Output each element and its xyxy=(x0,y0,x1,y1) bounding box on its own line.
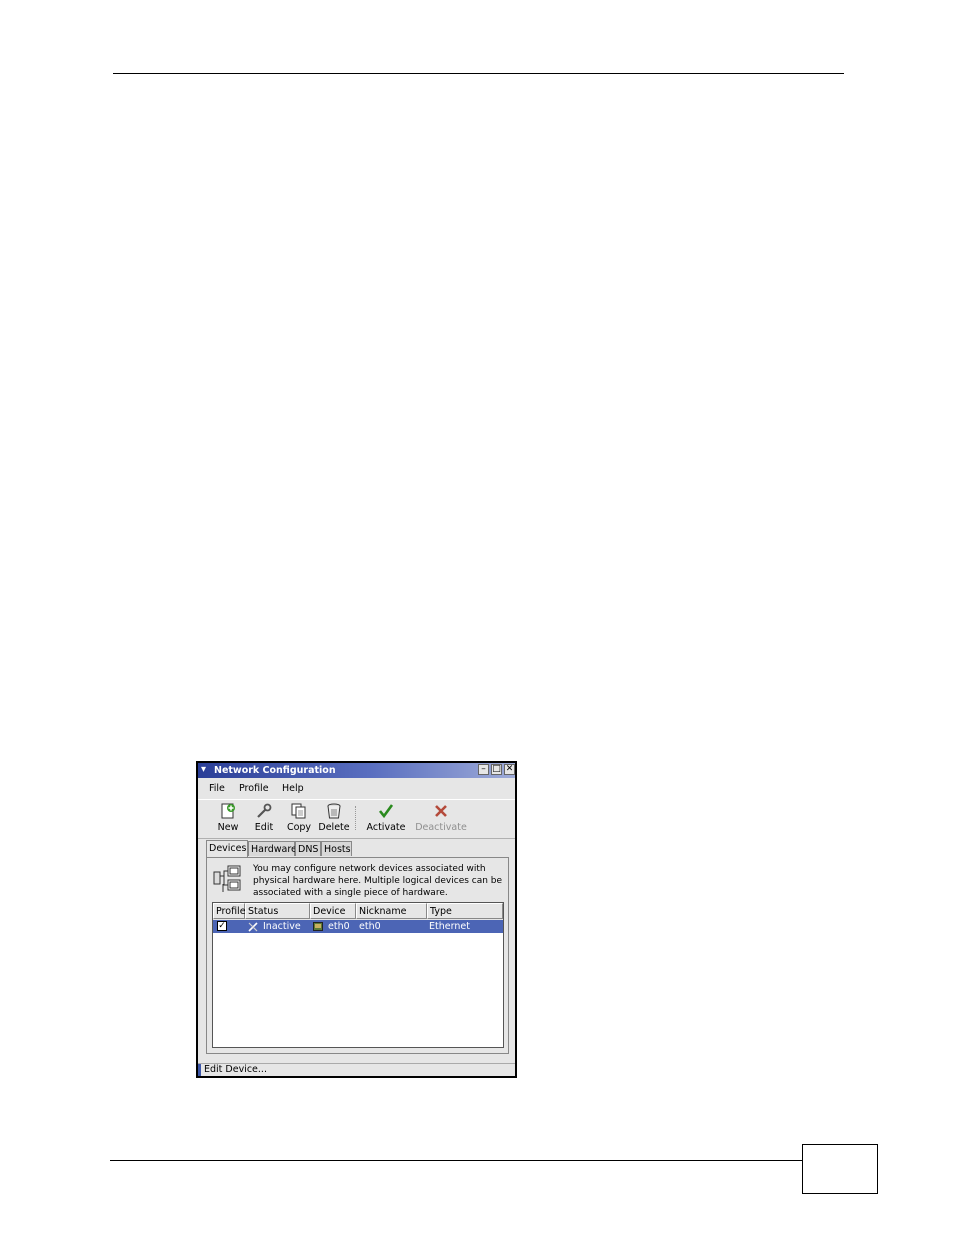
new-icon xyxy=(221,803,235,819)
edit-button[interactable]: Edit xyxy=(247,802,281,833)
status-bar-marker xyxy=(198,1064,201,1076)
menu-file[interactable]: File xyxy=(209,783,225,794)
minimize-button[interactable]: – xyxy=(478,764,489,775)
deactivate-button[interactable]: Deactivate xyxy=(415,802,467,833)
copy-button[interactable]: Copy xyxy=(282,802,316,833)
row-nickname: eth0 xyxy=(359,921,381,932)
toolbar: New Edit Copy Delete Activate Deactivate xyxy=(198,799,515,839)
maximize-button[interactable]: □ xyxy=(491,764,502,775)
window-menu-icon[interactable]: ▾ xyxy=(201,764,211,776)
title-bar[interactable]: ▾ Network Configuration – □ ✕ xyxy=(198,763,515,778)
column-status[interactable]: Status xyxy=(245,903,310,919)
status-bar: Edit Device... xyxy=(198,1063,515,1076)
ethernet-card-icon xyxy=(313,922,323,931)
network-devices-icon xyxy=(213,865,241,892)
toolbar-separator xyxy=(355,806,358,830)
checkmark-icon xyxy=(378,804,394,819)
page-number-box xyxy=(802,1144,878,1194)
copy-icon xyxy=(291,803,306,819)
profile-checkbox[interactable]: ✓ xyxy=(217,921,227,931)
deactivate-label: Deactivate xyxy=(415,822,467,833)
menu-help[interactable]: Help xyxy=(282,783,304,794)
devices-table: Profile Status Device Nickname Type ✓ In… xyxy=(212,902,504,1048)
header-rule xyxy=(113,73,844,74)
row-type: Ethernet xyxy=(429,921,470,932)
trash-icon xyxy=(327,803,341,819)
status-text: Edit Device... xyxy=(204,1064,267,1075)
x-icon xyxy=(435,805,447,817)
wrench-icon xyxy=(257,803,272,818)
copy-label: Copy xyxy=(286,822,312,833)
table-row[interactable]: ✓ Inactive eth0 eth0 Ethernet xyxy=(213,920,503,933)
inactive-status-icon xyxy=(248,922,258,932)
column-device[interactable]: Device xyxy=(310,903,356,919)
menu-bar: File Profile Help xyxy=(198,780,515,798)
edit-label: Edit xyxy=(254,822,274,833)
tab-hardware[interactable]: Hardware xyxy=(248,841,297,856)
window-title: Network Configuration xyxy=(214,765,336,776)
devices-panel: You may configure network devices associ… xyxy=(206,857,509,1054)
delete-button[interactable]: Delete xyxy=(317,802,351,833)
table-header: Profile Status Device Nickname Type xyxy=(213,903,503,920)
row-device: eth0 xyxy=(328,921,350,932)
row-status: Inactive xyxy=(263,921,301,932)
column-profile[interactable]: Profile xyxy=(213,903,246,919)
footer-rule xyxy=(110,1160,802,1161)
column-type[interactable]: Type xyxy=(427,903,503,919)
new-button[interactable]: New xyxy=(211,802,245,833)
network-configuration-window: ▾ Network Configuration – □ ✕ File Profi… xyxy=(196,761,517,1078)
tab-dns[interactable]: DNS xyxy=(295,841,321,856)
new-label: New xyxy=(217,822,239,833)
column-nickname[interactable]: Nickname xyxy=(356,903,427,919)
close-button[interactable]: ✕ xyxy=(504,764,515,775)
tab-devices[interactable]: Devices xyxy=(206,840,248,857)
delete-label: Delete xyxy=(318,822,350,833)
activate-label: Activate xyxy=(366,822,406,833)
activate-button[interactable]: Activate xyxy=(365,802,407,833)
tab-hosts[interactable]: Hosts xyxy=(321,841,352,856)
menu-profile[interactable]: Profile xyxy=(239,783,269,794)
devices-info-text: You may configure network devices associ… xyxy=(253,864,503,898)
